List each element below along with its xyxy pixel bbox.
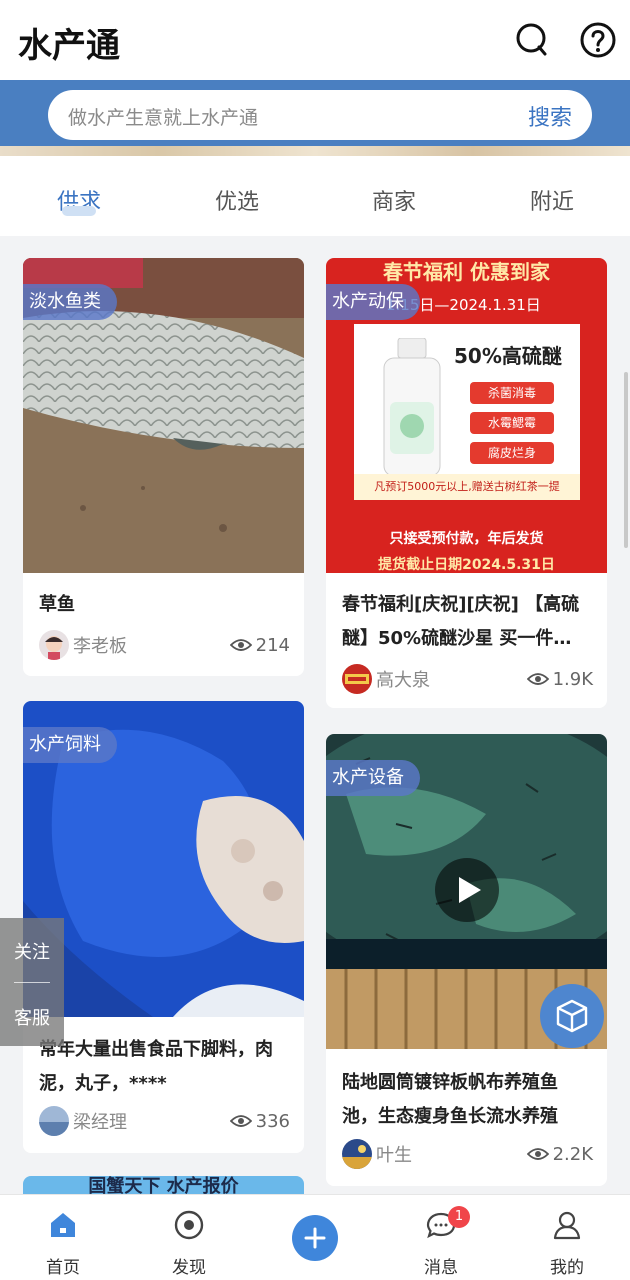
poster-product: 50%高硫醚 [454,344,562,368]
category-tabs: 供求 优选 商家 附近 [0,156,630,236]
poster-headline: 春节福利 优惠到家 [383,260,550,284]
eye-icon [526,673,549,685]
author-name: 高大泉 [376,670,430,691]
poster-feature: 腐皮烂身 [470,442,554,464]
bottle-image [383,338,441,477]
author-name: 叶生 [376,1145,412,1166]
home-icon [51,1213,75,1237]
card-photo-poster: 春节福利 优惠到家 1.15日—2024.1.31日 50%高硫醚 杀菌消毒 水… [326,258,607,573]
chat-icon[interactable] [512,20,552,60]
view-count: 336 [229,1106,290,1136]
nav-label: 发现 [172,1258,206,1278]
cube-float-button[interactable] [540,984,604,1048]
author-name: 李老板 [73,636,127,657]
follow-button[interactable]: 关注 [0,938,64,964]
help-icon[interactable] [578,20,618,60]
card-title-line: 春节福利[庆祝][庆祝] 【高硫 [342,594,580,615]
nav-home[interactable]: 首页 [23,1195,103,1280]
view-count-value: 214 [255,634,290,656]
view-count-value: 1.9K [552,668,593,690]
card-title: 常年大量出售食品下脚料，肉 泥，丸子，**** [39,1033,294,1101]
author-name: 梁经理 [73,1112,127,1133]
search-button[interactable]: 搜索 [528,100,572,132]
eye-icon [526,1148,549,1160]
card-title: 陆地圆筒镀锌板帆布养殖鱼 池，生态瘦身鱼长流水养殖 [342,1066,597,1134]
card-author[interactable]: 李老板 [39,630,127,660]
post-card-feed[interactable]: 水产饲料 常年大量出售食品下脚料，肉 泥，丸子，**** 梁经理 336 [23,701,304,1153]
nav-discover[interactable]: 发现 [149,1195,229,1280]
nav-profile[interactable]: 我的 [527,1195,607,1280]
publish-button[interactable] [292,1215,338,1261]
card-title: 草鱼 [39,588,75,622]
side-float-panel: 关注 客服 [0,918,64,1046]
avatar [39,1106,69,1136]
card-title: 春节福利[庆祝][庆祝] 【高硫 醚】50%硫醚沙星 买一件… [342,588,597,656]
scrollbar[interactable] [624,372,628,548]
card-title-line: 池，生态瘦身鱼长流水养殖 [342,1106,558,1127]
avatar [342,1139,372,1169]
divider [14,982,50,983]
discover-icon [174,1210,204,1240]
poster-product-panel: 50%高硫醚 杀菌消毒 水霉鳃霉 腐皮烂身 凡预订5000元以上,赠送古树红茶一… [354,324,580,500]
view-count-value: 2.2K [552,1143,593,1165]
tab-indicator [62,206,96,216]
avatar [39,630,69,660]
avatar [342,664,372,694]
card-photo-feed: 水产饲料 [23,701,304,1017]
customer-service-button[interactable]: 客服 [0,1004,64,1030]
nav-label: 首页 [46,1258,80,1278]
nav-label: 消息 [424,1258,458,1278]
post-card-grass-carp[interactable]: 淡水鱼类 草鱼 李老板 214 [23,258,304,676]
search-placeholder: 做水产生意就上水产通 [68,107,259,129]
poster-offer: 凡预订5000元以上,赠送古树红茶一提 [354,474,580,500]
app-title: 水产通 [18,26,120,66]
poster-footer-1: 只接受预付款，年后发货 [389,531,544,547]
card-category-tag: 淡水鱼类 [23,284,117,320]
message-badge: 1 [448,1206,470,1228]
search-band: 做水产生意就上水产通 搜索 [0,80,630,156]
banner-decoration [0,146,630,156]
view-count-value: 336 [255,1110,290,1132]
card-title-line: 陆地圆筒镀锌板帆布养殖鱼 [342,1072,558,1093]
post-card-promo[interactable]: 春节福利 优惠到家 1.15日—2024.1.31日 50%高硫醚 杀菌消毒 水… [326,258,607,708]
poster-feature: 水霉鳃霉 [470,412,554,434]
nav-messages[interactable]: 消息 [401,1195,481,1280]
view-count: 1.9K [526,664,593,694]
tab-merchants[interactable]: 商家 [344,184,444,216]
plus-icon [304,1227,326,1249]
profile-icon [553,1211,581,1240]
card-title-line: 草鱼 [39,594,75,615]
card-author[interactable]: 梁经理 [39,1106,127,1136]
card-author[interactable]: 高大泉 [342,664,430,694]
poster-footer-2: 提货截止日期2024.5.31日 [378,557,555,573]
card-author[interactable]: 叶生 [342,1139,412,1169]
view-count: 214 [229,630,290,660]
tab-nearby[interactable]: 附近 [502,184,602,216]
card-category-tag: 水产设备 [326,760,420,796]
search-input[interactable]: 做水产生意就上水产通 搜索 [48,90,592,140]
eye-icon [229,1115,252,1127]
nav-label: 我的 [550,1258,584,1278]
card-category-tag: 水产动保 [326,284,420,320]
tab-featured[interactable]: 优选 [187,184,287,216]
poster-feature: 杀菌消毒 [470,382,554,404]
card-category-tag: 水产饲料 [23,727,117,763]
card-photo-fish: 淡水鱼类 [23,258,304,573]
post-card-equipment[interactable]: 水产设备 陆地圆筒镀锌板帆布养殖鱼 池，生态瘦身鱼长流水养殖 叶生 2.2K [326,734,607,1186]
view-count: 2.2K [526,1139,593,1169]
play-icon[interactable] [435,858,499,922]
eye-icon [229,639,252,651]
card-title-line: 常年大量出售食品下脚料，肉 [39,1039,273,1060]
card-title-line: 泥，丸子，**** [39,1073,167,1094]
app-header: 水产通 [0,0,630,80]
cube-icon [556,999,588,1033]
card-title-line: 醚】50%硫醚沙星 买一件… [342,628,572,649]
